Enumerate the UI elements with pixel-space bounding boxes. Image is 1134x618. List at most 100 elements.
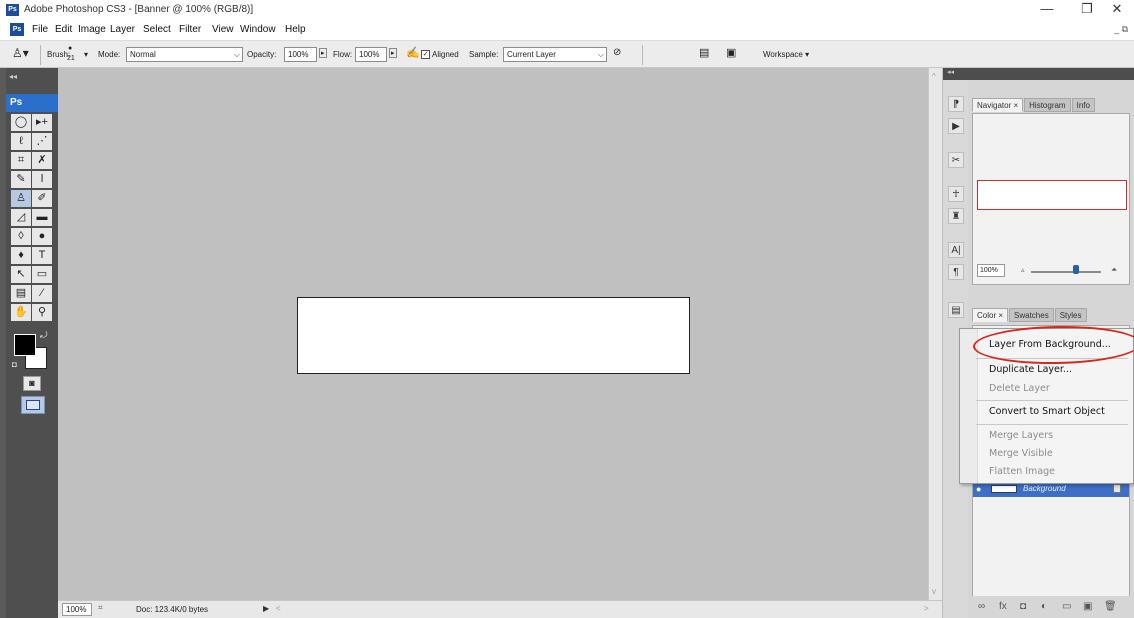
menu-help[interactable]: Help <box>285 24 306 35</box>
photoshop-logo[interactable]: Ps <box>6 94 58 112</box>
eraser-tool-icon[interactable]: ◿ <box>11 209 31 226</box>
zoom-tool-icon[interactable]: ⚲ <box>32 304 52 321</box>
menu-image[interactable]: Image <box>78 24 106 35</box>
layer-style-icon[interactable]: fx <box>999 601 1007 612</box>
history-brush-tool-icon[interactable]: ✐ <box>32 190 52 207</box>
menu-file[interactable]: File <box>32 24 48 35</box>
link-layers-icon[interactable]: ∞ <box>978 601 985 612</box>
zoom-preview-icon[interactable]: ⌗ <box>98 603 103 613</box>
collapse-toolbox-icon[interactable]: ◂◂ <box>9 72 17 81</box>
shape-tool-icon[interactable]: ▭ <box>32 266 52 283</box>
restore-button[interactable]: ❐ <box>1072 0 1102 20</box>
menu-select[interactable]: Select <box>143 24 171 35</box>
close-button[interactable]: ✕ <box>1102 0 1132 20</box>
menu-layer[interactable]: Layer <box>110 24 135 35</box>
clone-stamp-icon[interactable]: ♙▾ <box>12 46 29 60</box>
scroll-down-icon[interactable]: v <box>932 587 936 596</box>
sample-select[interactable]: Current Layer ⌵ <box>503 47 607 62</box>
navigator-zoom-slider[interactable] <box>1031 271 1101 273</box>
ignore-adjustment-icon[interactable]: ⊘ <box>613 47 621 58</box>
layer-mask-icon[interactable]: ◘ <box>1020 601 1026 612</box>
menu-filter[interactable]: Filter <box>179 24 201 35</box>
document-window-controls[interactable]: _ ⧉ <box>1114 24 1128 35</box>
clone-stamp-tool-icon[interactable]: ♙ <box>11 190 31 207</box>
magic-wand-tool-icon[interactable]: ⋰ <box>32 133 52 150</box>
notes-tool-icon[interactable]: ▤ <box>11 285 31 302</box>
brush-size[interactable]: 21 <box>67 55 75 62</box>
tab-styles[interactable]: Styles <box>1054 308 1087 322</box>
type-tool-icon[interactable]: T <box>32 247 52 264</box>
trash-icon[interactable]: 🗑 <box>1104 601 1117 612</box>
blur-tool-icon[interactable]: ◊ <box>11 228 31 245</box>
slice-tool-icon[interactable]: ✗ <box>32 152 52 169</box>
scroll-left-icon[interactable]: < <box>276 604 281 613</box>
default-colors-icon[interactable]: ◘ <box>12 360 17 369</box>
path-select-tool-icon[interactable]: ↖ <box>11 266 31 283</box>
flow-slider-button[interactable]: ▸ <box>389 48 397 58</box>
clone-source-icon[interactable]: ♜ <box>948 208 964 224</box>
brush-tool-icon[interactable]: ǀ <box>32 171 52 188</box>
character-icon[interactable]: A| <box>948 242 964 258</box>
swap-colors-icon[interactable]: ⤾ <box>40 330 48 341</box>
menu-item-duplicate-layer[interactable]: Duplicate Layer... <box>989 364 1072 375</box>
menu-window[interactable]: Window <box>240 24 276 35</box>
tool-presets-icon[interactable]: ✂ <box>948 152 964 168</box>
tab-histogram[interactable]: Histogram <box>1024 98 1071 112</box>
menu-item-layer-from-background[interactable]: Layer From Background... <box>989 339 1111 350</box>
navigator-zoom-field[interactable]: 100% <box>977 264 1005 277</box>
move-tool-icon[interactable]: ▸+ <box>32 114 52 131</box>
visibility-eye-icon[interactable]: ● <box>976 484 981 494</box>
layer-comps-icon[interactable]: ▤ <box>948 302 964 318</box>
document-icon[interactable]: Ps <box>10 23 24 36</box>
quick-mask-icon[interactable]: ◙ <box>23 376 41 391</box>
history-brush-icon[interactable]: ⁋ <box>948 96 964 112</box>
canvas-workspace[interactable] <box>58 68 928 600</box>
brush-dropdown-icon[interactable]: ▾ <box>84 50 88 59</box>
scroll-up-icon[interactable]: ^ <box>932 72 936 81</box>
new-group-icon[interactable]: ▭ <box>1062 601 1071 612</box>
new-layer-icon[interactable]: ▣ <box>1083 601 1092 612</box>
adjustment-layer-icon[interactable]: ◐ <box>1041 601 1047 612</box>
hand-tool-icon[interactable]: ✋ <box>11 304 31 321</box>
bridge-icon[interactable]: ▣ <box>726 46 736 59</box>
menu-view[interactable]: View <box>212 24 234 35</box>
workspace-menu[interactable]: Workspace ▾ <box>763 50 809 59</box>
marquee-tool-icon[interactable]: ◯ <box>11 114 31 131</box>
document-canvas[interactable] <box>297 297 690 374</box>
navigator-zoom-knob[interactable] <box>1073 265 1079 274</box>
tab-swatches[interactable]: Swatches <box>1009 308 1054 322</box>
opacity-field[interactable]: 100% <box>284 47 317 62</box>
pen-tool-icon[interactable]: ♦ <box>11 247 31 264</box>
foreground-color-swatch[interactable] <box>14 334 36 356</box>
tab-navigator[interactable]: Navigator × <box>972 98 1024 112</box>
vertical-scrollbar[interactable]: ^ v <box>928 68 942 600</box>
opacity-slider-button[interactable]: ▸ <box>319 48 327 58</box>
tab-color[interactable]: Color × <box>972 308 1009 322</box>
screen-mode-button[interactable] <box>21 396 45 414</box>
menu-item-convert-smart-object[interactable]: Convert to Smart Object <box>989 406 1105 417</box>
mode-select[interactable]: Normal ⌵ <box>126 47 243 62</box>
aligned-checkbox[interactable]: ✓ <box>421 50 430 59</box>
lasso-tool-icon[interactable]: ℓ <box>11 133 31 150</box>
zoom-in-icon[interactable]: ⏶ <box>1111 265 1117 275</box>
airbrush-icon[interactable]: ✍ <box>406 46 420 59</box>
navigator-view-box[interactable] <box>977 180 1127 210</box>
scroll-right-icon[interactable]: > <box>924 604 929 613</box>
clone-source-palette-icon[interactable]: ▤ <box>699 46 709 59</box>
zoom-field[interactable]: 100% <box>62 603 92 616</box>
panel-column-header[interactable] <box>968 68 1134 80</box>
flow-field[interactable]: 100% <box>355 47 387 62</box>
paragraph-icon[interactable]: ¶ <box>948 264 964 280</box>
status-menu-icon[interactable]: ▶ <box>263 604 269 613</box>
healing-brush-tool-icon[interactable]: ✎ <box>11 171 31 188</box>
menu-edit[interactable]: Edit <box>55 24 72 35</box>
dock-header[interactable]: ◂◂ <box>943 68 969 80</box>
crop-tool-icon[interactable]: ⌗ <box>11 152 31 169</box>
gradient-tool-icon[interactable]: ▬ <box>32 209 52 226</box>
brush-preview-icon[interactable]: ● <box>68 45 72 52</box>
dodge-tool-icon[interactable]: ● <box>32 228 52 245</box>
eyedropper-tool-icon[interactable]: ⁄ <box>32 285 52 302</box>
minimize-button[interactable]: — <box>1032 0 1062 20</box>
tab-info[interactable]: Info <box>1071 98 1095 112</box>
zoom-out-icon[interactable]: ▵ <box>1021 266 1025 274</box>
